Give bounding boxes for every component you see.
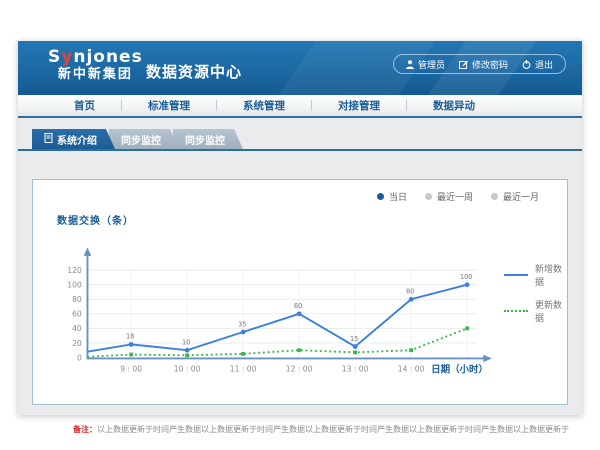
logo[interactable]: Synjones 新中新集团: [48, 48, 143, 83]
tab-sync-monitor-2[interactable]: 同步监控: [173, 129, 243, 149]
line-chart: 0 20 40 60 80 100 120 9 : 00 10 : 00 11 : 00 12 : …: [59, 228, 498, 393]
tab-bar: 系统介绍 同步监控 同步监控: [18, 118, 582, 149]
radio-dot-icon: [491, 193, 498, 200]
user-menu: 管理员 修改密码 退出: [393, 54, 566, 74]
svg-text:12 : 00: 12 : 00: [286, 365, 313, 374]
y-axis-title: 数据交换（条）: [57, 212, 134, 227]
range-filter-group: 当日 最近一周 最近一月: [377, 190, 539, 203]
radio-dot-icon: [377, 193, 384, 200]
radio-last-month[interactable]: 最近一月: [491, 190, 539, 203]
logout-button[interactable]: 退出: [522, 58, 553, 71]
series-legend: 新增数据 更新数据: [504, 262, 570, 324]
solid-line-icon: [504, 274, 529, 276]
logo-brand-en: Synjones: [48, 48, 143, 67]
edit-icon: [459, 60, 468, 69]
svg-text:80: 80: [406, 288, 414, 296]
legend-item-updated-data[interactable]: 更新数据: [504, 298, 570, 324]
svg-text:35: 35: [238, 320, 246, 328]
svg-text:60: 60: [72, 310, 82, 319]
svg-text:80: 80: [72, 295, 82, 304]
svg-text:15: 15: [350, 335, 358, 343]
svg-text:13 : 00: 13 : 00: [342, 365, 369, 374]
user-admin-button[interactable]: 管理员: [406, 58, 445, 71]
tab-sync-monitor-1[interactable]: 同步监控: [109, 129, 179, 149]
main-nav: 首页 标准管理 系统管理 对接管理 数据异动: [18, 95, 582, 118]
tab-system-intro[interactable]: 系统介绍: [32, 129, 115, 149]
change-password-button[interactable]: 修改密码: [459, 58, 508, 71]
legend-item-new-data[interactable]: 新增数据: [504, 262, 570, 288]
top-header: Synjones 新中新集团 数据资源中心 管理员 修改密码 退出: [18, 41, 582, 95]
svg-text:100: 100: [67, 281, 82, 290]
svg-text:120: 120: [67, 266, 82, 275]
svg-text:10 : 00: 10 : 00: [174, 365, 201, 374]
power-icon: [522, 60, 531, 69]
svg-text:60: 60: [294, 302, 302, 310]
app-window: Synjones 新中新集团 数据资源中心 管理员 修改密码 退出: [18, 41, 582, 415]
svg-text:日期（小时）: 日期（小时）: [431, 364, 488, 376]
footnote-label: 备注：: [73, 425, 97, 434]
page-title: 数据资源中心: [146, 61, 242, 82]
nav-item-standard-mgmt[interactable]: 标准管理: [122, 98, 216, 113]
footnote-text: 以上数据更新于时间产生数据以上数据更新于时间产生数据以上数据更新于时间产生数据以…: [97, 425, 569, 434]
document-icon: [44, 133, 53, 146]
svg-text:14 : 00: 14 : 00: [398, 365, 425, 374]
svg-text:40: 40: [72, 324, 82, 333]
radio-last-week[interactable]: 最近一周: [425, 190, 473, 203]
dotted-line-icon: [504, 310, 529, 312]
radio-today[interactable]: 当日: [377, 190, 407, 203]
svg-text:100: 100: [460, 273, 473, 281]
svg-text:11 : 00: 11 : 00: [230, 365, 257, 374]
svg-text:20: 20: [72, 339, 82, 348]
nav-item-interface-mgmt[interactable]: 对接管理: [312, 98, 406, 113]
svg-text:0: 0: [77, 353, 82, 362]
content-panel: 当日 最近一周 最近一月 数据交换（条） 0 20 40 60 80 100 120 9 : …: [32, 179, 568, 405]
user-icon: [406, 60, 414, 69]
nav-item-system-mgmt[interactable]: 系统管理: [217, 98, 311, 113]
svg-text:9 : 00: 9 : 00: [120, 365, 142, 374]
svg-text:10: 10: [182, 339, 190, 347]
radio-dot-icon: [425, 193, 432, 200]
svg-text:18: 18: [126, 333, 134, 341]
chart-area: 0 20 40 60 80 100 120 9 : 00 10 : 00 11 : 00 12 : …: [59, 228, 569, 393]
nav-item-home[interactable]: 首页: [48, 98, 121, 113]
nav-item-data-change[interactable]: 数据异动: [407, 98, 501, 113]
tab-bottom-rule: [18, 149, 582, 151]
footnote: 备注：以上数据更新于时间产生数据以上数据更新于时间产生数据以上数据更新于时间产生…: [73, 424, 569, 435]
logo-brand-cn: 新中新集团: [48, 67, 143, 83]
